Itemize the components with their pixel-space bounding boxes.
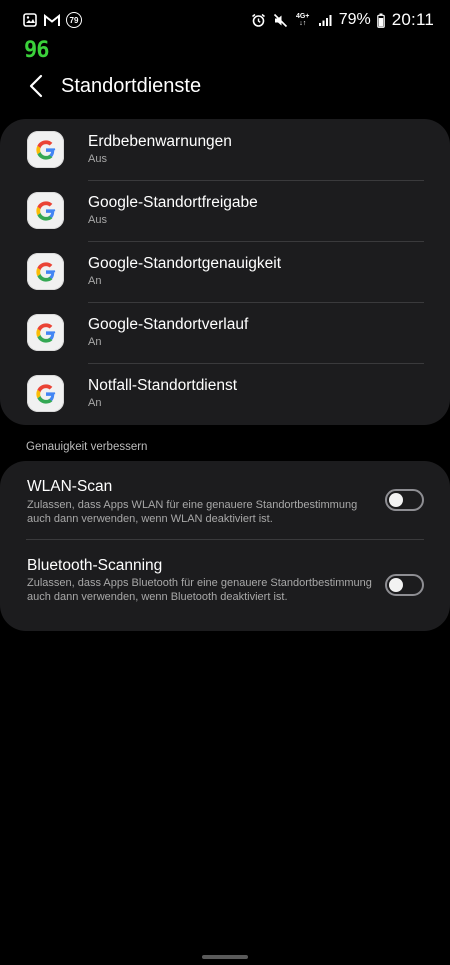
network-activity-label: ↓↑ [299,20,307,27]
app-header: Standortdienste [0,64,450,108]
setting-description: Zulassen, dass Apps WLAN für eine genaue… [27,499,358,525]
item-status: An [88,275,102,287]
google-icon [27,131,64,168]
item-status: An [88,397,102,409]
gmail-icon [44,12,60,28]
notification-badge: 79 [66,12,82,28]
item-status: Aus [88,214,107,226]
item-title: Google-Standortverlauf [88,316,249,333]
setting-title: Bluetooth-Scanning [27,557,163,574]
home-indicator[interactable] [202,955,248,959]
section-label-improve-accuracy: Genauigkeit verbessern [26,441,148,453]
google-icon [27,253,64,290]
page-title: Standortdienste [61,74,202,97]
list-item-location-history[interactable]: Google-Standortverlauf An [0,302,450,364]
gallery-icon [22,12,38,28]
toggle-knob [389,578,403,592]
signal-icon [317,12,333,28]
list-item-emergency-location[interactable]: Notfall-Standortdienst An [0,363,450,424]
list-item-location-sharing[interactable]: Google-Standortfreigabe Aus [0,180,450,242]
status-bar: 79 4G+ ↓↑ 79% 20:11 [0,0,450,40]
chevron-left-icon [29,74,43,98]
wifi-scan-toggle[interactable] [385,489,424,511]
clock: 20:11 [391,10,434,29]
setting-title: WLAN-Scan [27,478,113,495]
list-item-location-accuracy[interactable]: Google-Standortgenauigkeit An [0,241,450,303]
status-bar-left: 79 [22,12,82,28]
battery-percent: 79% [338,11,371,28]
item-title: Notfall-Standortdienst [88,377,238,394]
accuracy-settings-card: WLAN-Scan Zulassen, dass Apps WLAN für e… [0,461,450,631]
setting-description: Zulassen, dass Apps Bluetooth für eine g… [27,577,372,603]
bluetooth-scan-toggle[interactable] [385,574,424,596]
toggle-knob [389,493,403,507]
location-services-list: Erdbebenwarnungen Aus Google-Standortfre… [0,119,450,425]
network-type-label: 4G+ [295,13,310,20]
google-icon [27,192,64,229]
battery-icon [377,12,386,28]
status-bar-right: 4G+ ↓↑ 79% 20:11 [251,10,434,30]
item-title: Google-Standortfreigabe [88,194,258,211]
list-item-earthquake-alerts[interactable]: Erdbebenwarnungen Aus [0,119,450,181]
alarm-icon [251,12,267,28]
back-button[interactable] [16,66,56,106]
google-icon [27,375,64,412]
4g-icon: 4G+ ↓↑ [295,12,311,28]
fps-counter: 96 [24,38,49,63]
mute-icon [273,12,289,28]
google-icon [27,314,64,351]
item-title: Google-Standortgenauigkeit [88,255,282,272]
divider [26,539,424,540]
item-status: Aus [88,153,107,165]
item-status: An [88,336,102,348]
item-title: Erdbebenwarnungen [88,133,232,150]
